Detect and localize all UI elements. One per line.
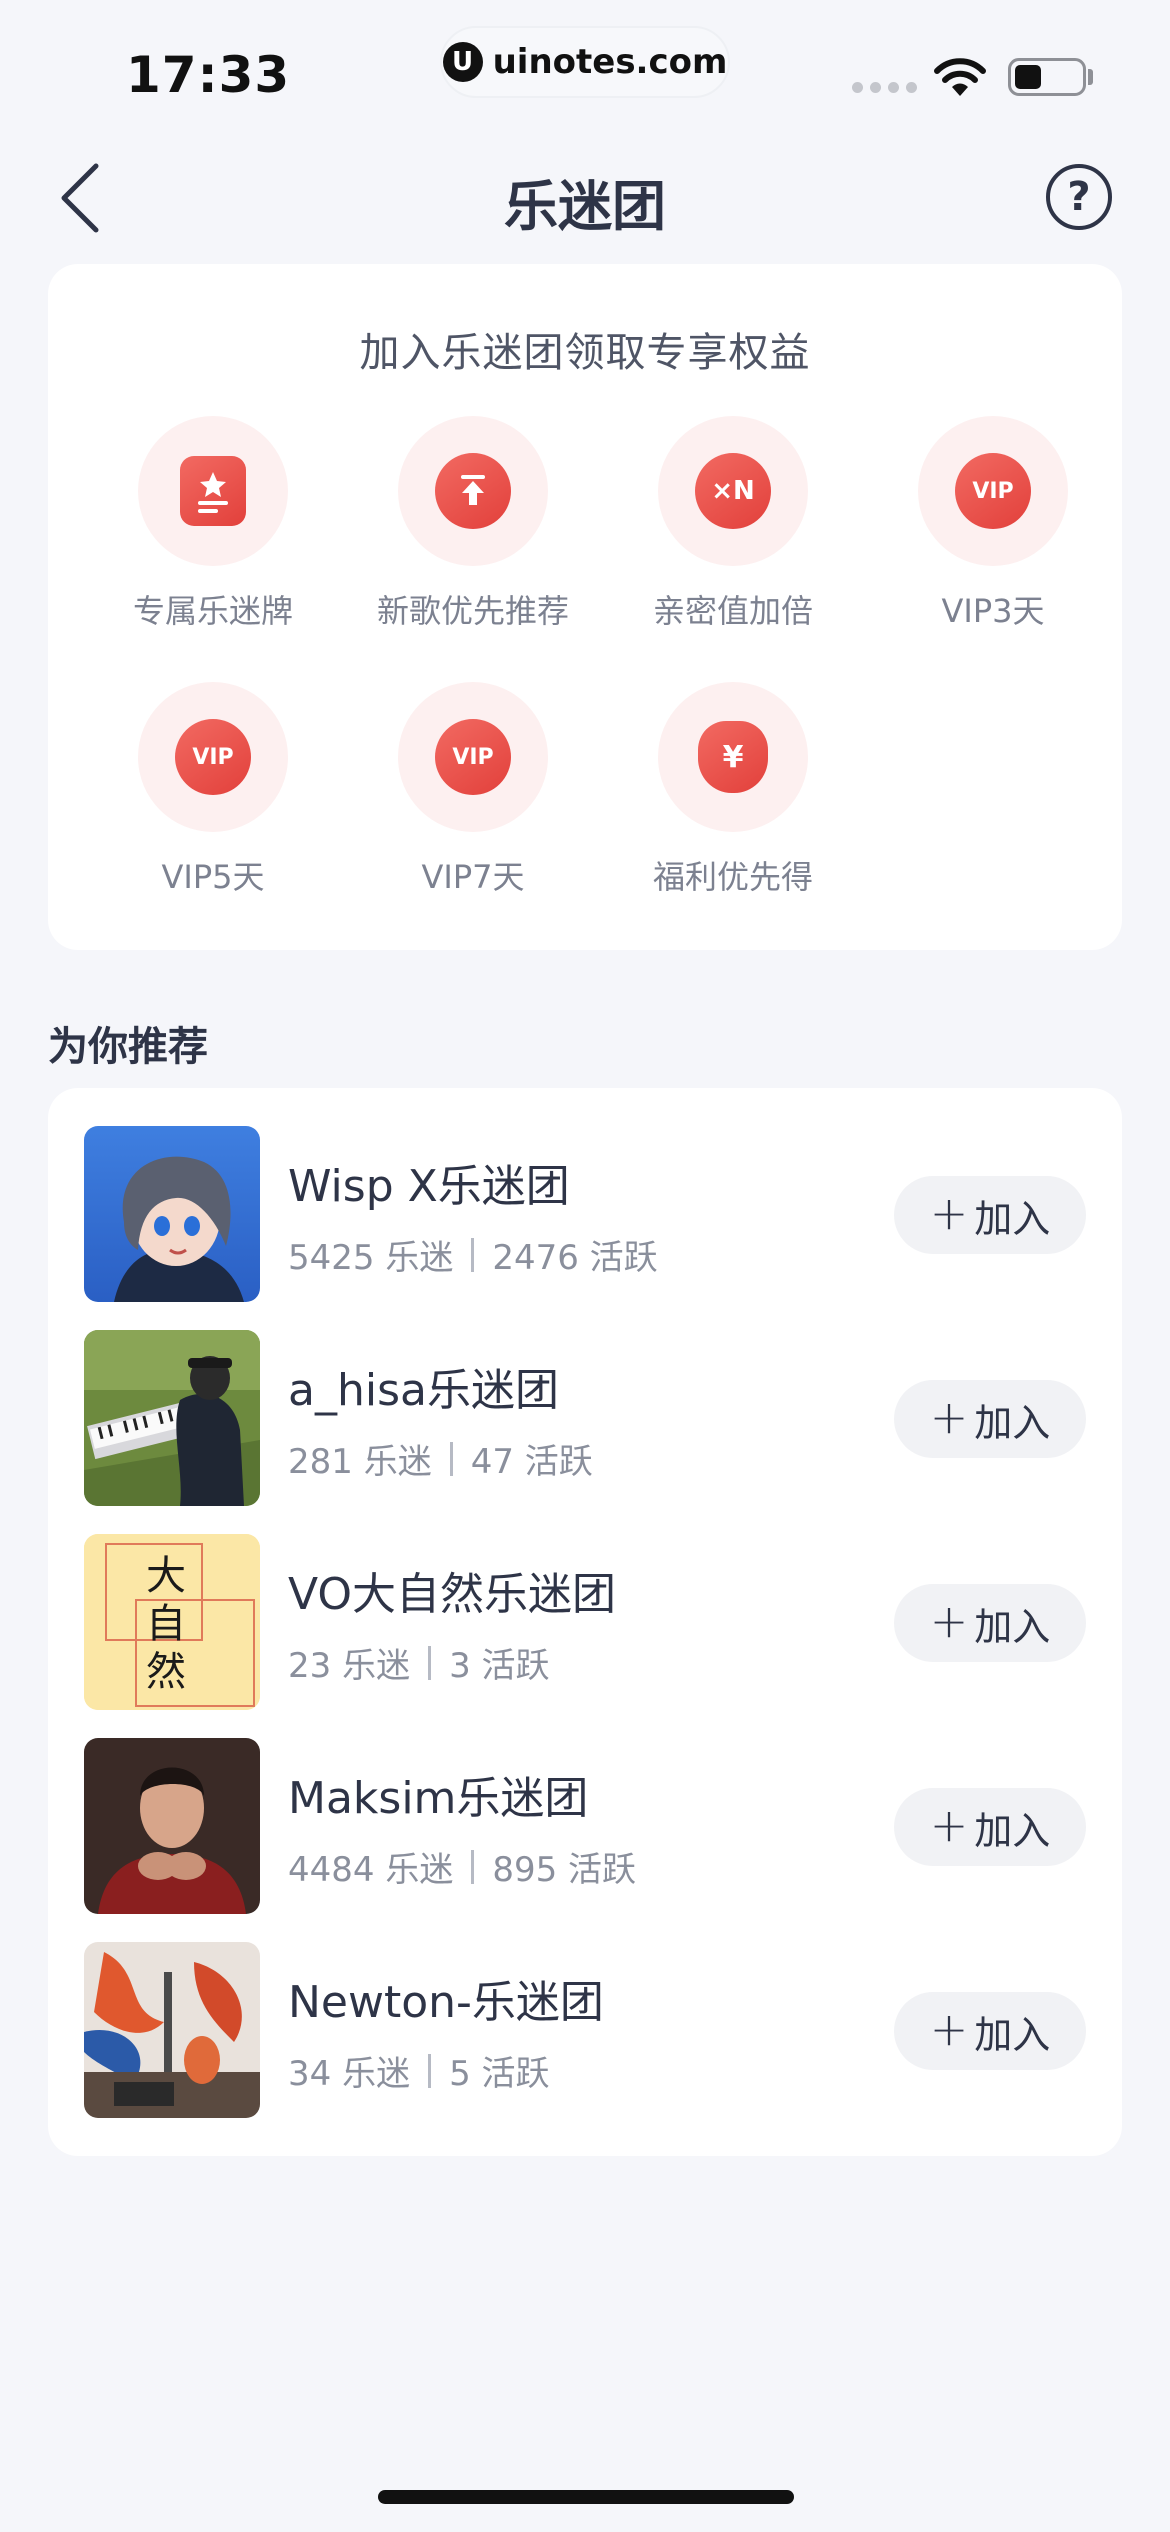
benefits-card: 加入乐迷团领取专享权益 专属乐迷牌 新歌优先推荐 ×N 亲密值加倍 VIP VI… [48, 264, 1122, 950]
benefit-label: 亲密值加倍 [652, 592, 813, 630]
stats-divider [471, 1237, 475, 1272]
status-time: 17:33 [126, 46, 291, 104]
benefit-label: VIP3天 [941, 592, 1045, 630]
benefit-icon-circle: ¥ [658, 682, 808, 832]
active-count: 5 活跃 [449, 2054, 550, 2094]
avatar[interactable] [84, 1942, 260, 2118]
section-title-recommend: 为你推荐 [48, 1024, 208, 1070]
benefit-icon-circle [138, 416, 288, 566]
list-item[interactable]: 大 自 然 VO大自然乐迷团 23 乐迷 3 活跃 + 加入 [48, 1534, 1122, 1710]
plus-icon: + [929, 1186, 969, 1240]
fan-group-name: Maksim乐迷团 [288, 1773, 589, 1824]
join-label: 加入 [974, 1808, 1051, 1853]
join-label: 加入 [974, 2012, 1051, 2057]
multiply-n-icon: ×N [695, 453, 771, 529]
fan-group-name: Newton-乐迷团 [288, 1977, 604, 2028]
benefit-icon-circle: VIP [918, 416, 1068, 566]
home-indicator[interactable] [378, 2490, 794, 2504]
fan-group-stats: 281 乐迷 47 活跃 [288, 1434, 593, 1483]
cellular-signal-icon [852, 82, 917, 93]
avatar-text: 然 [146, 1649, 186, 1695]
list-item[interactable]: Newton-乐迷团 34 乐迷 5 活跃 + 加入 [48, 1942, 1122, 2118]
fan-count: 34 乐迷 [288, 2054, 411, 2094]
question-mark-icon: ? [1067, 174, 1091, 220]
battery-tip [1088, 69, 1093, 85]
fan-group-stats: 4484 乐迷 895 活跃 [288, 1842, 636, 1891]
list-item[interactable]: a_hisa乐迷团 281 乐迷 47 活跃 + 加入 [48, 1330, 1122, 1506]
fan-count: 5425 乐迷 [288, 1238, 454, 1278]
avatar-text: 自 [146, 1601, 186, 1647]
benefit-label: 专属乐迷牌 [132, 592, 293, 630]
list-item[interactable]: Maksim乐迷团 4484 乐迷 895 活跃 + 加入 [48, 1738, 1122, 1914]
active-count: 3 活跃 [449, 1646, 550, 1686]
benefit-icon-circle: VIP [398, 682, 548, 832]
join-button[interactable]: + 加入 [894, 1584, 1086, 1662]
fan-group-list: Wisp X乐迷团 5425 乐迷 2476 活跃 + 加入 a_hisa乐迷团… [48, 1088, 1122, 2156]
fan-count: 4484 乐迷 [288, 1850, 454, 1890]
fan-group-stats: 23 乐迷 3 活跃 [288, 1638, 550, 1687]
avatar-text: 大 [146, 1553, 186, 1599]
plus-icon: + [929, 1390, 969, 1444]
fan-group-stats: 34 乐迷 5 活跃 [288, 2046, 550, 2095]
benefits-title: 加入乐迷团领取专享权益 [359, 330, 811, 376]
list-item[interactable]: Wisp X乐迷团 5425 乐迷 2476 活跃 + 加入 [48, 1126, 1122, 1302]
join-button[interactable]: + 加入 [894, 1176, 1086, 1254]
avatar[interactable] [84, 1738, 260, 1914]
join-button[interactable]: + 加入 [894, 1992, 1086, 2070]
vip-icon: VIP [175, 719, 251, 795]
url-pill[interactable]: U uinotes.com [440, 26, 730, 98]
fan-group-name: Wisp X乐迷团 [288, 1161, 570, 1212]
active-count: 47 活跃 [470, 1442, 593, 1482]
active-count: 2476 活跃 [492, 1238, 658, 1278]
active-count: 895 活跃 [492, 1850, 637, 1890]
join-label: 加入 [974, 1604, 1051, 1649]
plus-icon: + [929, 2002, 969, 2056]
vip-icon: VIP [955, 453, 1031, 529]
page-title: 乐迷团 [504, 175, 666, 238]
stats-divider [428, 2053, 432, 2088]
fan-group-name: VO大自然乐迷团 [288, 1569, 616, 1620]
site-logo-icon: U [442, 42, 483, 82]
plus-icon: + [929, 1594, 969, 1648]
benefit-label: 新歌优先推荐 [376, 592, 569, 630]
upload-arrow-icon [435, 453, 511, 529]
benefit-label: VIP7天 [421, 858, 525, 896]
benefit-item-welfare[interactable]: ¥ 福利优先得 [603, 682, 863, 898]
avatar[interactable] [84, 1330, 260, 1506]
stats-divider [449, 1441, 453, 1476]
join-button[interactable]: + 加入 [894, 1788, 1086, 1866]
benefit-icon-circle [398, 416, 548, 566]
join-label: 加入 [974, 1196, 1051, 1241]
benefit-icon-circle: ×N [658, 416, 808, 566]
benefit-item-vip3[interactable]: VIP VIP3天 [863, 416, 1123, 632]
fan-group-stats: 5425 乐迷 2476 活跃 [288, 1230, 658, 1279]
wifi-icon [934, 58, 986, 96]
battery-icon [1008, 58, 1086, 96]
avatar[interactable] [84, 1126, 260, 1302]
stats-divider [471, 1849, 475, 1884]
vip-icon: VIP [435, 719, 511, 795]
benefit-item-intimacy[interactable]: ×N 亲密值加倍 [603, 416, 863, 632]
benefit-item-vip7[interactable]: VIP VIP7天 [343, 682, 603, 898]
fan-count: 281 乐迷 [288, 1442, 432, 1482]
join-label: 加入 [974, 1400, 1051, 1445]
benefit-item-fan-badge[interactable]: 专属乐迷牌 [83, 416, 343, 632]
badge-card-icon [180, 456, 246, 526]
fan-count: 23 乐迷 [288, 1646, 411, 1686]
benefit-item-vip5[interactable]: VIP VIP5天 [83, 682, 343, 898]
stats-divider [428, 1645, 432, 1680]
help-button[interactable]: ? [1046, 164, 1112, 230]
avatar[interactable]: 大 自 然 [84, 1534, 260, 1710]
benefit-label: VIP5天 [161, 858, 265, 896]
fan-group-name: a_hisa乐迷团 [288, 1365, 559, 1416]
status-bar: 17:33 U uinotes.com [0, 0, 1170, 130]
join-button[interactable]: + 加入 [894, 1380, 1086, 1458]
money-bag-icon: ¥ [698, 721, 768, 793]
plus-icon: + [929, 1798, 969, 1852]
benefit-item-new-song[interactable]: 新歌优先推荐 [343, 416, 603, 632]
benefit-label: 福利优先得 [652, 858, 813, 896]
benefit-icon-circle: VIP [138, 682, 288, 832]
url-text: uinotes.com [492, 42, 728, 82]
